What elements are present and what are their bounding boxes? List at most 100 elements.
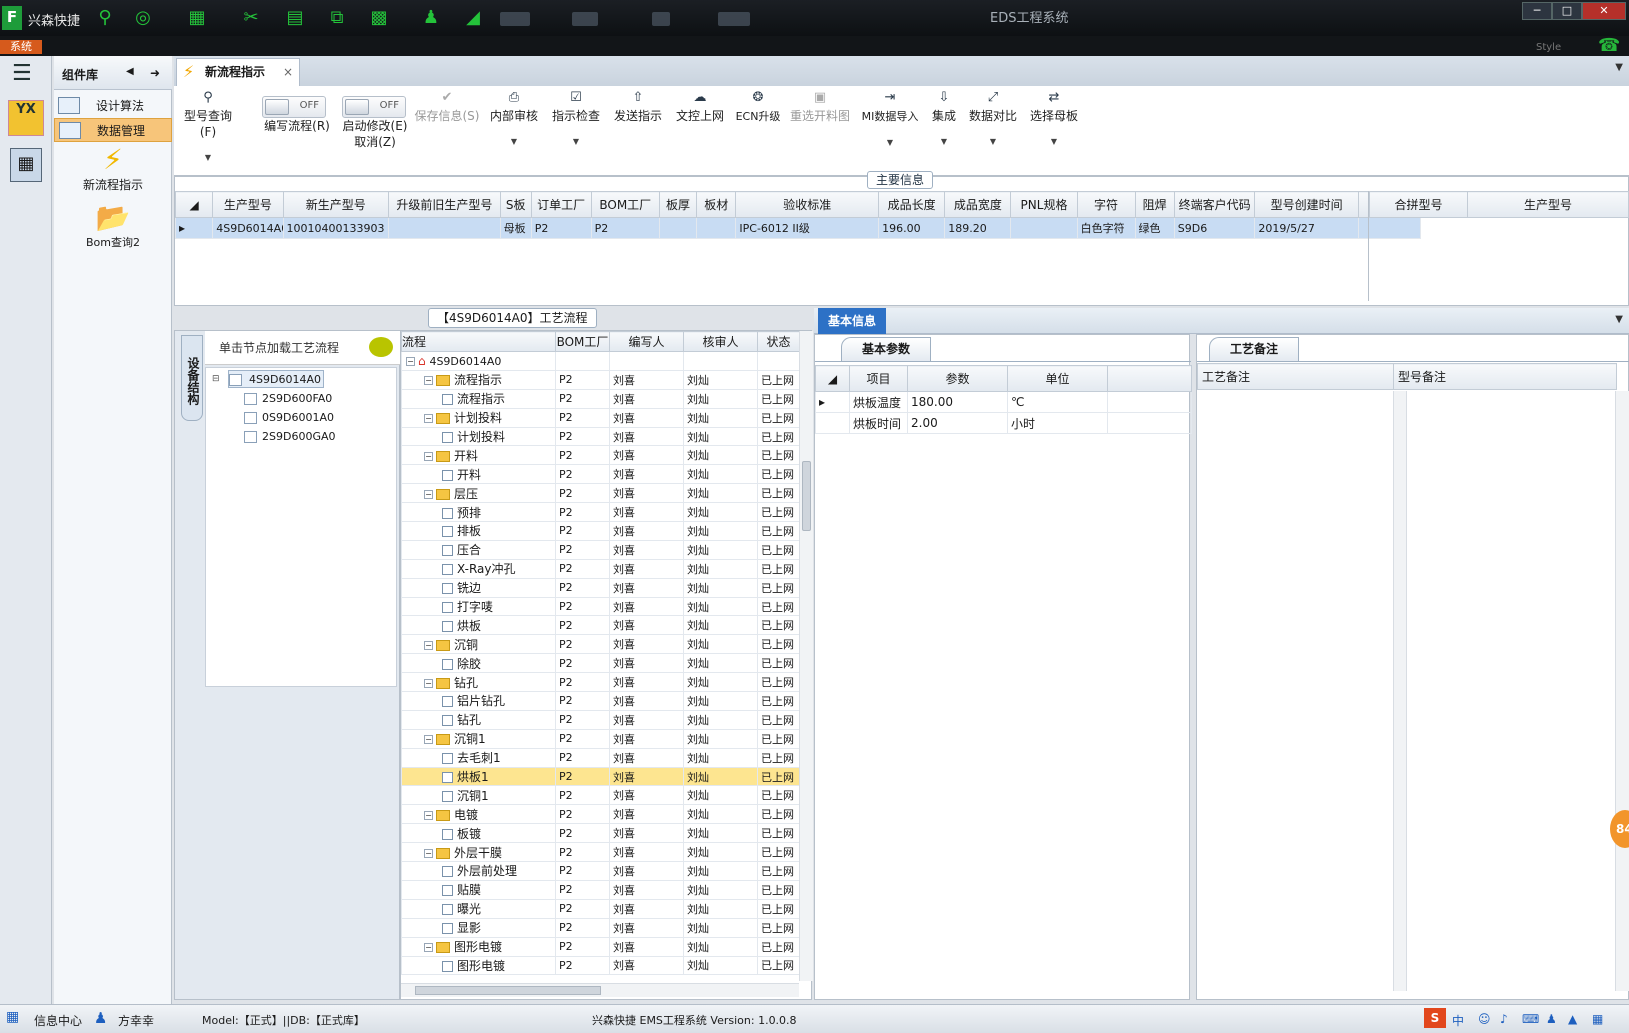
doc-upload-button[interactable]: ☁ 文控上网 — [672, 90, 728, 124]
main-info-cell[interactable]: 196.00 — [878, 217, 946, 239]
flow-step-cell[interactable]: − 开料 — [401, 445, 556, 466]
chevron-down-icon[interactable]: ▼ — [928, 134, 960, 150]
node-checkbox[interactable] — [229, 374, 242, 386]
comp-item-data-management[interactable]: 数据管理 — [54, 118, 172, 142]
flow-row[interactable]: 打字唛 P2 刘喜 刘灿 已上网 — [401, 596, 800, 617]
collapse-icon[interactable]: − — [424, 414, 433, 424]
select-master-button[interactable]: ⇄ 选择母板 ▼ — [1026, 90, 1082, 150]
flow-step-cell[interactable]: 开料 — [401, 464, 556, 485]
flow-row[interactable]: − 开料 P2 刘喜 刘灿 已上网 — [401, 445, 800, 466]
flow-step-cell[interactable]: 沉铜1 — [401, 785, 556, 806]
flow-row[interactable]: 沉铜1 P2 刘喜 刘灿 已上网 — [401, 785, 800, 806]
flow-row[interactable]: 外层前处理 P2 刘喜 刘灿 已上网 — [401, 861, 800, 881]
basic-info-title[interactable]: 基本信息 — [818, 308, 887, 334]
flow-step-cell[interactable]: 贴膜 — [401, 879, 556, 900]
scissors-icon[interactable]: ✂ — [240, 8, 262, 28]
copy-icon[interactable]: ⧉ — [326, 8, 348, 28]
flow-row[interactable]: 贴膜 P2 刘喜 刘灿 已上网 — [401, 879, 800, 900]
tree-node-root[interactable]: 4S9D6014A0 — [228, 370, 324, 388]
main-info-cell[interactable] — [696, 217, 737, 239]
flow-step-cell[interactable]: − 图形电镀 — [401, 936, 556, 957]
flow-row[interactable]: − 沉铜 P2 刘喜 刘灿 已上网 — [401, 634, 800, 655]
main-info-col[interactable]: PNL规格 — [1010, 191, 1078, 218]
flow-step-cell[interactable]: X-Ray冲孔 — [401, 558, 556, 579]
main-info-col[interactable]: 生产型号 — [212, 191, 284, 218]
reselect-cut-button[interactable]: ▣ 重选开料图 — [788, 90, 852, 124]
table-row[interactable]: ▸ 烘板温度 180.00 ℃ — [815, 391, 1192, 413]
param-value[interactable]: 180.00 — [907, 391, 1008, 413]
shirt-icon[interactable]: ▲ — [1568, 1012, 1577, 1026]
main-info-cell[interactable] — [388, 217, 501, 239]
style-menu[interactable]: Style — [1536, 42, 1561, 53]
chevron-down-icon[interactable]: ▼ — [548, 134, 604, 150]
collapse-icon[interactable]: − — [424, 735, 433, 745]
flow-step-cell[interactable]: 除胶 — [401, 653, 556, 674]
main-info-col[interactable]: 新生产型号 — [282, 191, 390, 218]
flow-row[interactable]: − 图形电镀 P2 刘喜 刘灿 已上网 — [401, 936, 800, 957]
flow-col[interactable]: 状态 — [757, 331, 800, 352]
yx-logo[interactable]: YX — [8, 100, 44, 136]
system-menu[interactable]: 系统 — [0, 40, 42, 54]
flow-row[interactable]: − 电镀 P2 刘喜 刘灿 已上网 — [401, 804, 800, 825]
flow-row[interactable]: 烘板1 P2 刘喜 刘灿 已上网 — [401, 766, 800, 787]
chevron-down-icon[interactable]: ▼ — [858, 135, 922, 151]
node-checkbox[interactable] — [244, 393, 257, 405]
tree-node-child[interactable]: 0S9D6001A0 — [244, 409, 334, 427]
flow-row[interactable]: 流程指示 P2 刘喜 刘灿 已上网 — [401, 388, 800, 409]
main-info-cell[interactable]: 189.20 — [944, 217, 1012, 239]
main-info-cell[interactable]: P2 — [530, 217, 592, 239]
tab-dropdown-icon[interactable]: ▼ — [1615, 62, 1623, 73]
scroll-thumb[interactable] — [415, 986, 601, 995]
flow-row[interactable]: 计划投料 P2 刘喜 刘灿 已上网 — [401, 426, 800, 447]
flow-step-cell[interactable]: 计划投料 — [401, 426, 556, 447]
flow-step-cell[interactable]: − 沉铜1 — [401, 728, 556, 749]
main-info-cell[interactable]: 绿色 — [1134, 217, 1175, 239]
flow-step-cell[interactable]: 钻孔 — [401, 709, 556, 730]
main-info-cell[interactable] — [1010, 217, 1078, 239]
scroll-thumb[interactable] — [802, 461, 811, 531]
flow-step-cell[interactable]: − 沉铜 — [401, 634, 556, 655]
pin-icon[interactable]: ➜ — [150, 66, 160, 80]
flow-step-cell[interactable]: 预排 — [401, 502, 556, 523]
main-info-cell[interactable]: 2019/5/27 — [1254, 217, 1359, 239]
flow-row[interactable]: − 沉铜1 P2 刘喜 刘灿 已上网 — [401, 728, 800, 749]
windows-grid-icon[interactable]: ▦ — [6, 1009, 19, 1025]
search-quick-icon[interactable]: ⚲ — [94, 8, 116, 28]
flow-row[interactable]: − 钻孔 P2 刘喜 刘灿 已上网 — [401, 672, 800, 693]
cancel-button[interactable]: 取消(Z) — [330, 134, 420, 150]
main-info-col[interactable]: 成品长度 — [878, 191, 946, 218]
flow-row[interactable]: 预排 P2 刘喜 刘灿 已上网 — [401, 502, 800, 523]
flow-row[interactable]: 去毛刺1 P2 刘喜 刘灿 已上网 — [401, 747, 800, 768]
flow-step-cell[interactable]: 铣边 — [401, 577, 556, 598]
collapse-icon[interactable]: − — [424, 451, 433, 461]
flow-row[interactable]: − 外层干膜 P2 刘喜 刘灿 已上网 — [401, 842, 800, 863]
flow-row[interactable]: 板镀 P2 刘喜 刘灿 已上网 — [401, 823, 800, 844]
flow-step-cell[interactable]: − 钻孔 — [401, 672, 556, 693]
tree-collapse-icon[interactable]: ⊟ — [212, 374, 220, 384]
film-icon[interactable]: ▤ — [284, 8, 306, 28]
flow-step-cell[interactable]: 图形电镀 — [401, 955, 556, 976]
area-chart-icon[interactable]: ◢ — [462, 8, 484, 28]
tab-basic-params[interactable]: 基本参数 — [841, 337, 932, 361]
flow-step-cell[interactable]: 曝光 — [401, 898, 556, 919]
save-button[interactable]: ✔ 保存信息(S) — [414, 90, 480, 124]
comp-item-new-flow[interactable]: ⚡ 新流程指示 — [54, 144, 172, 193]
flow-root-row[interactable]: − ⌂ 4S9D6014A0 — [401, 351, 800, 371]
maximize-button[interactable]: □ — [1552, 2, 1582, 20]
collapse-icon[interactable]: − — [424, 848, 433, 858]
flow-step-cell[interactable]: 去毛刺1 — [401, 747, 556, 768]
flow-row[interactable]: 排板 P2 刘喜 刘灿 已上网 — [401, 521, 800, 541]
comp-item-design-algorithm[interactable]: 设计算法 — [54, 94, 172, 118]
node-checkbox[interactable] — [244, 412, 257, 424]
notes-scroll-left[interactable] — [1393, 391, 1407, 991]
flow-col[interactable]: 流程 — [401, 331, 556, 352]
main-info-cell[interactable]: 4S9D6014A0 — [212, 217, 284, 239]
flow-row[interactable]: 压合 P2 刘喜 刘灿 已上网 — [401, 539, 800, 560]
ime-mode[interactable]: 中 — [1452, 1012, 1464, 1029]
ecn-upgrade-button[interactable]: ❂ ECN升级 — [732, 90, 784, 125]
table-row[interactable]: 烘板时间 2.00 小时 — [815, 412, 1192, 434]
collapse-icon[interactable]: − — [424, 376, 433, 386]
flow-row[interactable]: 除胶 P2 刘喜 刘灿 已上网 — [401, 653, 800, 674]
internal-review-button[interactable]: ⎙ 内部审核 ▼ — [486, 90, 542, 150]
table-row[interactable]: ▸ 4S9D6014A0 10010400133903 母板 P2 P2 IPC-6012 … — [174, 217, 1422, 239]
